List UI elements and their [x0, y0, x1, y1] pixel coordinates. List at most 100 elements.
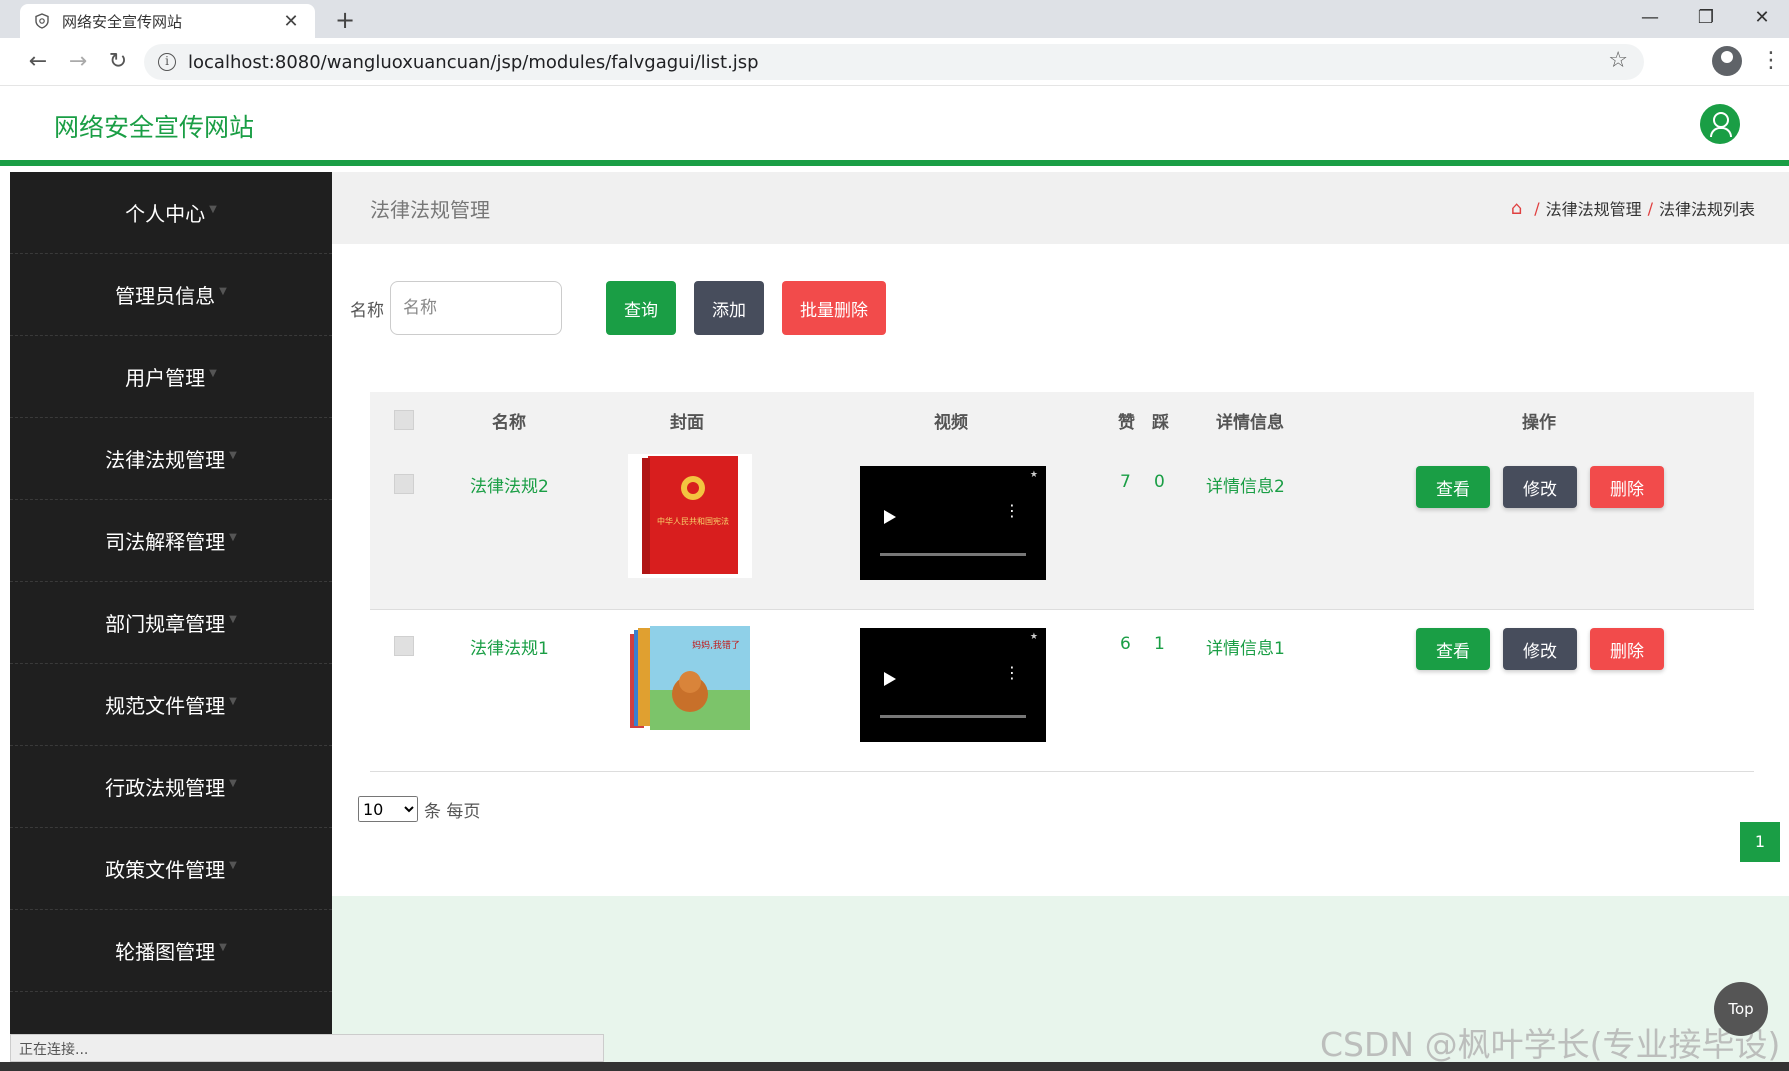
play-icon[interactable] — [884, 510, 896, 524]
sidebar-item-department-rules[interactable]: 部门规章管理 ▼ — [10, 582, 332, 664]
browser-status-bar: 正在连接... — [10, 1034, 604, 1062]
view-button[interactable]: 查看 — [1416, 466, 1490, 508]
query-button[interactable]: 查询 — [606, 281, 676, 335]
header-cover: 封面 — [670, 413, 704, 433]
user-avatar-icon[interactable] — [1700, 104, 1740, 144]
sidebar-item-label: 政策文件管理 — [105, 858, 226, 882]
caret-down-icon: ▼ — [229, 778, 237, 789]
cover-title-text: 中华人民共和国宪法 — [657, 516, 729, 526]
caret-down-icon: ▼ — [209, 204, 217, 215]
sidebar-item-label: 管理员信息 — [115, 284, 216, 308]
caret-down-icon: ▼ — [229, 532, 237, 543]
search-name-input[interactable] — [390, 281, 562, 335]
video-player[interactable]: ★ ⋮ — [860, 628, 1046, 742]
watermark: CSDN @枫叶学长(专业接毕设) — [1320, 1025, 1781, 1064]
sidebar-item-user-management[interactable]: 用户管理 ▼ — [10, 336, 332, 418]
video-progress-bar[interactable] — [880, 553, 1026, 556]
sidebar-item-label: 个人中心 — [125, 202, 206, 226]
edit-button[interactable]: 修改 — [1503, 466, 1577, 508]
sidebar-item-personal-center[interactable]: 个人中心 ▼ — [10, 172, 332, 254]
row-detail: 详情信息2 — [1206, 477, 1285, 497]
home-icon[interactable]: ⌂ — [1511, 198, 1522, 219]
cover-image: 中华人民共和国宪法 — [628, 454, 752, 578]
video-logo-icon: ★ — [1029, 470, 1038, 480]
sidebar-item-label: 规范文件管理 — [105, 694, 226, 718]
sidebar-item-judicial-interpretation[interactable]: 司法解释管理 ▼ — [10, 500, 332, 582]
cover-image: 妈妈,我错了 — [628, 624, 752, 734]
delete-button[interactable]: 删除 — [1590, 466, 1664, 508]
page-size-select[interactable]: 10 — [358, 796, 418, 822]
delete-button[interactable]: 删除 — [1590, 628, 1664, 670]
forward-arrow-icon[interactable]: → — [62, 46, 94, 78]
constitution-book-image: 中华人民共和国宪法 — [628, 454, 752, 578]
browser-tab-bar: 网络安全宣传网站 ✕ + — ❐ ✕ — [0, 0, 1789, 38]
breadcrumb-separator: / — [1647, 198, 1653, 218]
picture-book-image: 妈妈,我错了 — [628, 624, 752, 734]
site-shield-icon — [35, 13, 49, 29]
window-restore-button[interactable]: ❐ — [1683, 2, 1729, 34]
breadcrumb-item-laws-list: 法律法规列表 — [1658, 200, 1755, 219]
row-likes: 6 — [1120, 634, 1131, 654]
header-actions: 操作 — [1522, 413, 1556, 433]
sidebar: 个人中心 ▼ 管理员信息 ▼ 用户管理 ▼ 法律法规管理 ▼ 司法解释管理 ▼ 部门规章管… — [10, 172, 332, 1071]
select-all-checkbox[interactable] — [394, 410, 414, 430]
video-progress-bar[interactable] — [880, 715, 1026, 718]
window-close-button[interactable]: ✕ — [1739, 2, 1785, 34]
row-checkbox[interactable] — [394, 474, 414, 494]
page-number-button[interactable]: 1 — [1740, 822, 1780, 862]
search-name-label: 名称 — [350, 300, 384, 321]
view-button[interactable]: 查看 — [1416, 628, 1490, 670]
site-title[interactable]: 网络安全宣传网站 — [54, 108, 254, 144]
row-likes: 7 — [1120, 472, 1131, 492]
new-tab-button[interactable]: + — [330, 5, 360, 35]
header-likes: 赞 — [1118, 413, 1135, 433]
caret-down-icon: ▼ — [219, 286, 227, 297]
url-input[interactable]: i localhost:8080/wangluoxuancuan/jsp/mod… — [144, 44, 1644, 80]
caret-down-icon: ▼ — [229, 860, 237, 871]
sidebar-item-policy-documents[interactable]: 政策文件管理 ▼ — [10, 828, 332, 910]
video-player[interactable]: ★ ⋮ — [860, 466, 1046, 580]
browser-profile-icon[interactable] — [1712, 46, 1742, 76]
row-dislikes: 0 — [1154, 472, 1165, 492]
reload-icon[interactable]: ↻ — [102, 46, 134, 78]
per-page-label: 条 每页 — [424, 801, 481, 822]
tab-close-icon[interactable]: ✕ — [281, 11, 301, 32]
browser-tab[interactable]: 网络安全宣传网站 ✕ — [20, 4, 315, 38]
add-button[interactable]: 添加 — [694, 281, 764, 335]
video-menu-icon[interactable]: ⋮ — [1004, 503, 1020, 519]
breadcrumb: ⌂ / 法律法规管理 / 法律法规列表 — [1511, 196, 1755, 220]
row-name-link[interactable]: 法律法规2 — [470, 472, 549, 497]
site-info-icon[interactable]: i — [158, 53, 176, 71]
sidebar-item-administrative-regulations[interactable]: 行政法规管理 ▼ — [10, 746, 332, 828]
url-text: localhost:8080/wangluoxuancuan/jsp/modul… — [188, 51, 759, 73]
search-form: 名称 查询 添加 批量删除 — [350, 280, 886, 336]
laws-table: 名称 封面 视频 赞 踩 详情信息 操作 法律法规2 中华人民共和国宪法 ★ ⋮… — [370, 392, 1754, 772]
sidebar-item-label: 司法解释管理 — [105, 530, 226, 554]
window-minimize-button[interactable]: — — [1627, 2, 1673, 34]
caret-down-icon: ▼ — [229, 696, 237, 707]
sidebar-item-normative-documents[interactable]: 规范文件管理 ▼ — [10, 664, 332, 746]
browser-menu-icon[interactable]: ⋮ — [1760, 46, 1782, 76]
row-detail: 详情信息1 — [1206, 639, 1285, 659]
breadcrumb-item-laws-management[interactable]: 法律法规管理 — [1546, 196, 1642, 220]
row-name-link[interactable]: 法律法规1 — [470, 634, 549, 659]
back-arrow-icon[interactable]: ← — [22, 46, 54, 78]
bookmark-star-icon[interactable]: ☆ — [1608, 48, 1628, 73]
page-header-bar: 法律法规管理 ⌂ / 法律法规管理 / 法律法规列表 — [332, 172, 1789, 244]
row-checkbox[interactable] — [394, 636, 414, 656]
sidebar-item-carousel-management[interactable]: 轮播图管理 ▼ — [10, 910, 332, 992]
header-name: 名称 — [492, 413, 526, 433]
batch-delete-button[interactable]: 批量删除 — [782, 281, 886, 335]
sidebar-item-admin-info[interactable]: 管理员信息 ▼ — [10, 254, 332, 336]
taskbar-strip — [0, 1062, 1789, 1071]
sidebar-item-label: 部门规章管理 — [105, 612, 226, 636]
table-header-row: 名称 封面 视频 赞 踩 详情信息 操作 — [370, 392, 1754, 448]
back-to-top-button[interactable]: Top — [1714, 982, 1768, 1036]
edit-button[interactable]: 修改 — [1503, 628, 1577, 670]
caret-down-icon: ▼ — [229, 450, 237, 461]
pagination-size: 10 条 每页 — [358, 796, 480, 822]
video-menu-icon[interactable]: ⋮ — [1004, 665, 1020, 681]
sidebar-item-laws-management[interactable]: 法律法规管理 ▼ — [10, 418, 332, 500]
play-icon[interactable] — [884, 672, 896, 686]
caret-down-icon: ▼ — [219, 942, 227, 953]
